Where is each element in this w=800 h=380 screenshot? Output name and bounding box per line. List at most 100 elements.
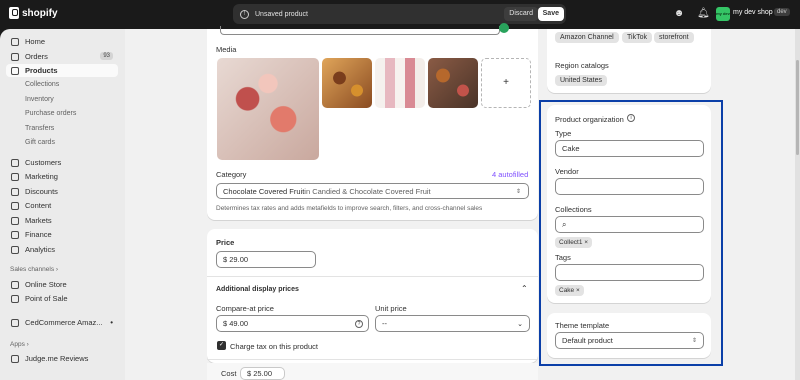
channel-chip: Amazon Channel — [555, 32, 619, 43]
autofilled-link[interactable]: 4 autofilled — [492, 170, 528, 179]
cost-label: Cost — [221, 369, 237, 378]
description-editor-bottom[interactable] — [220, 26, 500, 35]
nav-orders[interactable]: Orders 93 — [6, 50, 118, 63]
nav-marketing[interactable]: Marketing — [6, 170, 118, 183]
nav-markets[interactable]: Markets — [6, 214, 118, 227]
media-label: Media — [216, 45, 237, 54]
apps-heading[interactable]: Apps › — [10, 341, 29, 348]
publishing-card: Amazon Channel TikTok storefront Region … — [547, 29, 711, 93]
chevron-up-icon[interactable]: ⌃ — [521, 284, 528, 293]
category-value-path: in Candied & Chocolate Covered Fruit — [304, 186, 431, 196]
nav-label: Home — [25, 37, 46, 46]
store-icon — [11, 280, 19, 289]
media-image-3[interactable] — [375, 58, 425, 108]
tag-icon — [11, 66, 19, 75]
channel-chip: storefront — [654, 32, 694, 43]
store-name[interactable]: my dev shop — [733, 9, 773, 16]
charge-tax-checkbox[interactable]: ✓ — [217, 341, 226, 350]
nav-label: Markets — [25, 216, 52, 225]
help-icon[interactable]: ? — [355, 319, 363, 328]
nav-discounts[interactable]: Discounts — [6, 185, 118, 198]
target-icon — [11, 172, 19, 181]
media-image-main[interactable] — [217, 58, 319, 160]
media-card: Media + Category 4 autofilled Chocolate … — [207, 23, 538, 220]
nav-content[interactable]: Content — [6, 199, 118, 212]
additional-prices-heading: Additional display prices — [216, 286, 299, 293]
unit-price-value: -- — [382, 319, 387, 328]
scrollbar-thumb[interactable] — [796, 60, 799, 155]
nav-transfers[interactable]: Transfers — [25, 125, 54, 132]
app-icon — [11, 318, 19, 327]
nav-customers[interactable]: Customers — [6, 156, 118, 169]
add-media-button[interactable]: + — [481, 58, 531, 108]
discount-icon — [11, 187, 19, 196]
media-image-4[interactable] — [428, 58, 478, 108]
nav-collections[interactable]: Collections — [25, 81, 59, 88]
store-avatar[interactable]: my dev — [716, 7, 730, 21]
nav-home[interactable]: Home — [6, 35, 118, 48]
nav-cedcommerce[interactable]: CedCommerce Amaz... • — [6, 316, 118, 329]
nav-online-store[interactable]: Online Store — [6, 278, 118, 291]
sidekick-icon[interactable]: ☻ — [673, 8, 685, 20]
chart-icon — [11, 245, 19, 254]
pos-icon — [11, 294, 19, 303]
compare-at-label: Compare-at price — [216, 304, 274, 313]
nav-label: Products — [25, 66, 58, 75]
nav-analytics[interactable]: Analytics — [6, 243, 118, 256]
nav-finance[interactable]: Finance — [6, 228, 118, 241]
store-env-badge: dev — [774, 8, 790, 16]
nav-label: Finance — [25, 230, 52, 239]
bank-icon — [11, 230, 19, 239]
nav-label: Discounts — [25, 187, 58, 196]
nav-gift-cards[interactable]: Gift cards — [25, 139, 55, 146]
nav-purchase-orders[interactable]: Purchase orders — [25, 110, 76, 117]
nav-label: Online Store — [25, 280, 67, 289]
bell-icon[interactable]: 🔔︎ — [697, 8, 710, 20]
discard-button[interactable]: Discard — [504, 7, 538, 21]
nav-label: Customers — [25, 158, 62, 167]
media-image-2[interactable] — [322, 58, 372, 108]
sales-channels-heading[interactable]: Sales channels › — [10, 266, 58, 273]
more-dot-icon: • — [110, 318, 113, 327]
brand-name: shopify — [22, 7, 58, 19]
alert-icon: ! — [240, 9, 249, 19]
region-chip: United States — [555, 75, 608, 86]
category-help-text: Determines tax rates and adds metafields… — [216, 205, 483, 212]
compare-at-input[interactable]: $ 49.00 ? — [216, 315, 369, 332]
apps-label: Apps — [10, 341, 25, 348]
price-input[interactable]: $ 29.00 — [216, 251, 316, 268]
highlight-box — [539, 100, 723, 366]
save-button[interactable]: Save — [537, 7, 564, 21]
grammarly-icon[interactable] — [499, 23, 509, 33]
category-select[interactable]: Chocolate Covered Fruit in Candied & Cho… — [216, 183, 529, 199]
currency-symbol: $ — [223, 319, 228, 328]
unsaved-text: Unsaved product — [255, 10, 308, 18]
channel-chip: TikTok — [622, 32, 652, 43]
nav-products[interactable]: Products — [6, 64, 118, 77]
chevron-right-icon: › — [26, 341, 29, 348]
category-label: Category — [216, 170, 247, 179]
nav-judgeme[interactable]: Judge.me Reviews — [6, 352, 118, 365]
shopify-bag-icon — [9, 7, 19, 19]
nav-label: CedCommerce Amaz... — [25, 318, 103, 327]
chevron-right-icon: › — [55, 266, 59, 273]
shopify-logo[interactable]: shopify — [9, 7, 58, 19]
currency-symbol: $ — [223, 255, 228, 264]
chevron-down-icon: ⌄ — [517, 320, 523, 328]
category-value-main: Chocolate Covered Fruit — [223, 186, 305, 196]
nav-point-of-sale[interactable]: Point of Sale — [6, 292, 118, 305]
orders-count-badge: 93 — [100, 52, 113, 60]
unit-price-label: Unit price — [375, 304, 407, 313]
nav-label: Judge.me Reviews — [25, 354, 89, 363]
region-catalogs-label: Region catalogs — [555, 61, 609, 70]
pricing-card: Price $ 29.00 Additional display prices … — [207, 229, 538, 363]
divider — [207, 359, 538, 360]
nav-inventory[interactable]: Inventory — [25, 96, 54, 103]
globe-icon — [11, 216, 19, 225]
nav-label: Content — [25, 201, 52, 210]
person-icon — [11, 158, 19, 167]
nav-label: Orders — [25, 52, 48, 61]
nav-label: Point of Sale — [25, 294, 68, 303]
cost-input[interactable]: $ 25.00 — [240, 367, 285, 380]
unit-price-select[interactable]: -- ⌄ — [375, 315, 530, 332]
